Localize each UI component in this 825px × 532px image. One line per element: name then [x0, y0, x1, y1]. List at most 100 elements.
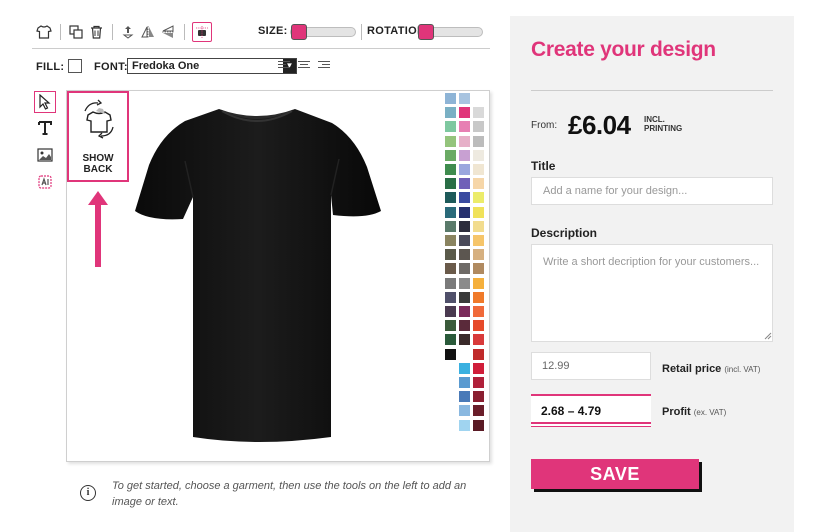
color-swatch[interactable]	[473, 192, 484, 204]
color-swatch[interactable]	[459, 192, 470, 204]
color-swatch[interactable]	[459, 206, 470, 218]
flip-horizontal-icon[interactable]	[138, 22, 158, 42]
color-swatch[interactable]	[473, 320, 484, 332]
design-canvas[interactable]: SHOW BACK	[66, 90, 490, 462]
color-swatch[interactable]	[445, 306, 456, 317]
color-swatch[interactable]	[473, 178, 484, 190]
color-swatch[interactable]	[445, 149, 456, 161]
center-icon[interactable]	[192, 22, 212, 42]
color-swatch[interactable]	[473, 149, 484, 161]
color-swatch[interactable]	[459, 235, 470, 246]
color-swatch[interactable]	[445, 320, 456, 332]
color-swatch[interactable]	[459, 362, 470, 374]
color-swatch[interactable]	[445, 277, 456, 289]
color-swatch[interactable]	[445, 178, 456, 190]
garment-icon[interactable]	[34, 22, 54, 42]
color-swatch[interactable]	[459, 391, 470, 403]
show-back-label: SHOW BACK	[82, 153, 114, 175]
color-swatch[interactable]	[445, 235, 456, 246]
color-swatch[interactable]	[445, 263, 456, 275]
color-swatch[interactable]	[459, 419, 470, 431]
color-swatch[interactable]	[473, 306, 484, 317]
color-swatch[interactable]	[459, 306, 470, 317]
color-swatch[interactable]	[445, 107, 456, 119]
color-swatch[interactable]	[445, 405, 456, 417]
color-swatch[interactable]	[473, 206, 484, 218]
align-left-icon[interactable]	[278, 61, 290, 72]
color-swatch[interactable]	[459, 164, 470, 175]
color-swatch[interactable]	[459, 249, 470, 261]
color-swatch[interactable]	[459, 277, 470, 289]
rotation-slider-thumb[interactable]	[418, 24, 434, 40]
color-swatch[interactable]	[473, 419, 484, 431]
font-select[interactable]: Fredoka One ▼	[127, 58, 297, 74]
color-swatch[interactable]	[459, 334, 470, 346]
select-pointer-icon[interactable]	[34, 91, 56, 113]
color-swatch[interactable]	[459, 263, 470, 275]
show-back-button[interactable]: SHOW BACK	[67, 91, 129, 182]
color-swatch[interactable]	[459, 178, 470, 190]
color-swatch[interactable]	[459, 377, 470, 388]
color-swatch[interactable]	[445, 135, 456, 147]
color-swatch[interactable]	[445, 121, 456, 133]
color-swatch[interactable]	[473, 334, 484, 346]
color-swatch[interactable]	[445, 362, 456, 374]
rotation-slider[interactable]	[417, 24, 483, 40]
color-swatch[interactable]	[459, 220, 470, 232]
align-center-icon[interactable]	[298, 61, 310, 72]
color-swatch[interactable]	[473, 93, 484, 104]
color-swatch[interactable]	[473, 348, 484, 360]
image-tool-icon[interactable]	[34, 144, 56, 166]
save-button[interactable]: SAVE	[531, 459, 699, 489]
color-swatch[interactable]	[445, 249, 456, 261]
color-swatch[interactable]	[473, 235, 484, 246]
title-input[interactable]	[531, 177, 773, 205]
color-swatch[interactable]	[445, 220, 456, 232]
ai-tool-icon[interactable]	[34, 171, 56, 193]
color-swatch[interactable]	[459, 320, 470, 332]
color-swatch[interactable]	[445, 164, 456, 175]
color-swatch[interactable]	[445, 192, 456, 204]
color-swatch[interactable]	[445, 391, 456, 403]
color-swatch[interactable]	[473, 391, 484, 403]
color-swatch[interactable]	[459, 135, 470, 147]
color-swatch[interactable]	[459, 291, 470, 303]
color-swatch[interactable]	[473, 377, 484, 388]
bring-forward-icon[interactable]	[118, 22, 138, 42]
color-swatch[interactable]	[459, 405, 470, 417]
size-slider-thumb[interactable]	[291, 24, 307, 40]
color-swatch[interactable]	[473, 107, 484, 119]
color-swatch[interactable]	[459, 348, 470, 360]
color-swatch[interactable]	[473, 263, 484, 275]
align-right-icon[interactable]	[318, 61, 330, 72]
color-swatch[interactable]	[473, 135, 484, 147]
color-swatch[interactable]	[459, 93, 470, 104]
color-swatch[interactable]	[459, 149, 470, 161]
color-swatch[interactable]	[473, 121, 484, 133]
color-swatch[interactable]	[459, 121, 470, 133]
color-swatch[interactable]	[445, 419, 456, 431]
color-swatch[interactable]	[473, 164, 484, 175]
color-swatch[interactable]	[445, 377, 456, 388]
delete-icon[interactable]	[86, 22, 106, 42]
color-swatch[interactable]	[473, 291, 484, 303]
color-swatch[interactable]	[445, 291, 456, 303]
fill-color-swatch[interactable]	[68, 59, 82, 73]
color-swatch[interactable]	[473, 405, 484, 417]
color-swatch[interactable]	[445, 348, 456, 360]
color-swatch[interactable]	[473, 277, 484, 289]
color-swatch[interactable]	[445, 93, 456, 104]
color-swatch[interactable]	[473, 362, 484, 374]
color-swatch[interactable]	[445, 206, 456, 218]
retail-price-input[interactable]	[531, 352, 651, 380]
color-swatch[interactable]	[459, 107, 470, 119]
resize-handle-icon[interactable]	[764, 332, 772, 340]
color-swatch[interactable]	[473, 220, 484, 232]
flip-vertical-icon[interactable]	[158, 22, 178, 42]
size-slider[interactable]	[290, 24, 356, 40]
color-swatch[interactable]	[473, 249, 484, 261]
color-swatch[interactable]	[445, 334, 456, 346]
text-tool-icon[interactable]	[34, 117, 56, 139]
description-textarea[interactable]	[531, 244, 773, 342]
duplicate-icon[interactable]	[66, 22, 86, 42]
